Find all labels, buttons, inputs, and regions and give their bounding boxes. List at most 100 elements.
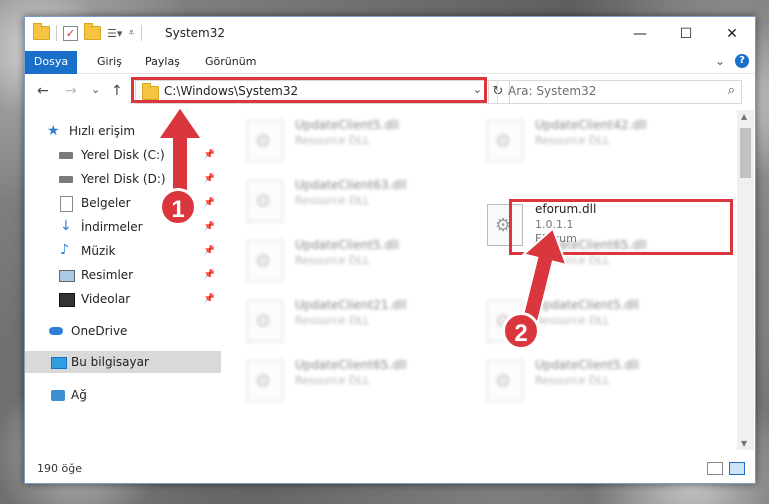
file-item[interactable]: UpdateClient63.dll Resource DLL <box>223 174 453 230</box>
properties-icon[interactable]: ✓ <box>63 25 78 41</box>
cloud-icon <box>49 327 63 335</box>
search-input[interactable]: Ara: System32 ⌕ <box>497 80 742 104</box>
computer-icon <box>51 357 67 369</box>
status-bar: 190 öğe <box>25 454 755 483</box>
search-placeholder: Ara: System32 <box>508 84 597 98</box>
file-item[interactable]: UpdateClient5.dll Resource DLL <box>223 114 453 170</box>
maximize-button[interactable]: ☐ <box>663 17 709 51</box>
new-folder-icon[interactable] <box>84 23 101 40</box>
step-2-badge: 2 <box>502 312 540 350</box>
file-name: UpdateClient65.dll <box>295 358 407 372</box>
minimize-button[interactable]: — <box>617 17 663 51</box>
file-description: Resource DLL <box>295 254 370 267</box>
up-arrow-icon[interactable]: ↑ <box>111 83 123 99</box>
large-icons-view-icon[interactable] <box>729 462 745 475</box>
file-item[interactable]: UpdateClient5.dll Resource DLL <box>463 354 693 410</box>
sidebar-item-network[interactable]: Ağ <box>25 384 221 406</box>
sidebar-item-label: Bu bilgisayar <box>71 355 149 369</box>
star-icon: ★ <box>47 123 60 139</box>
vertical-scrollbar[interactable]: ▲ ▼ <box>737 110 754 450</box>
item-count: 190 öğe <box>37 462 82 475</box>
dll-file-icon <box>247 360 283 402</box>
file-item[interactable]: UpdateClient65.dll Resource DLL <box>223 354 453 410</box>
navigation-bar: ← → ⌄ ↑ C:\Windows\System32 ⌄ ↻ Ara: Sys… <box>25 74 755 110</box>
sidebar-item-label: İndirmeler <box>81 220 143 234</box>
forward-arrow-icon[interactable]: → <box>65 83 77 99</box>
pictures-icon <box>59 270 75 282</box>
sidebar-item-label: Müzik <box>81 244 116 258</box>
sidebar-item-onedrive[interactable]: OneDrive <box>25 320 221 342</box>
scroll-down-icon[interactable]: ▼ <box>741 439 747 448</box>
toolbar-separator <box>56 25 57 41</box>
toolbar-dropdown-icon[interactable]: ⩡ <box>128 26 134 40</box>
close-button[interactable]: ✕ <box>709 17 755 51</box>
sidebar-item-label: Belgeler <box>81 196 131 210</box>
dll-file-icon <box>487 360 523 402</box>
recent-locations-icon[interactable]: ⌄ <box>91 83 100 96</box>
file-explorer-window: ✓ ☰▾ ⩡ System32 — ☐ ✕ Dosya Giriş Paylaş… <box>24 16 756 484</box>
network-icon <box>51 390 65 401</box>
file-description: Resource DLL <box>295 374 370 387</box>
folder-icon <box>33 23 50 40</box>
address-highlight-box <box>131 77 487 103</box>
sidebar-item-pictures[interactable]: Resimler 📌 <box>25 264 221 286</box>
dll-file-icon <box>487 120 523 162</box>
dll-file-icon <box>247 120 283 162</box>
pin-icon[interactable]: 📌 <box>204 288 215 310</box>
step-1-badge: 1 <box>159 188 197 226</box>
pin-icon[interactable]: 📌 <box>204 264 215 286</box>
dll-file-icon <box>247 240 283 282</box>
file-item[interactable]: UpdateClient5.dll Resource DLL <box>463 294 693 350</box>
details-view-icon[interactable] <box>707 462 723 475</box>
tab-view[interactable]: Görünüm <box>205 51 256 73</box>
sidebar-item-videos[interactable]: Videolar 📌 <box>25 288 221 310</box>
window-controls: — ☐ ✕ <box>617 17 755 51</box>
tab-share[interactable]: Paylaş <box>145 51 180 73</box>
quick-access-toolbar: ✓ ☰▾ ⩡ <box>33 23 142 41</box>
file-description: Resource DLL <box>295 134 370 147</box>
ribbon-right-controls: ⌄ ? <box>715 54 749 68</box>
videos-icon <box>59 293 75 307</box>
file-name: UpdateClient21.dll <box>295 298 407 312</box>
drive-icon <box>59 152 73 159</box>
file-name: UpdateClient42.dll <box>535 118 647 132</box>
sidebar-item-music[interactable]: ♪ Müzik 📌 <box>25 240 221 262</box>
file-list: UpdateClient5.dll Resource DLL UpdateCli… <box>223 110 737 450</box>
scroll-thumb[interactable] <box>740 128 751 178</box>
file-name: UpdateClient5.dll <box>295 118 399 132</box>
back-arrow-icon[interactable]: ← <box>37 83 49 99</box>
file-item[interactable]: UpdateClient5.dll Resource DLL <box>223 234 453 290</box>
customize-toolbar-icon[interactable]: ☰▾ <box>107 27 122 40</box>
dll-file-icon <box>247 180 283 222</box>
window-title: System32 <box>165 26 226 40</box>
pin-icon[interactable]: 📌 <box>204 240 215 262</box>
sidebar-item-label: Resimler <box>81 268 134 282</box>
download-icon: ↓ <box>60 218 72 234</box>
drive-icon <box>59 176 73 183</box>
sidebar-item-label: OneDrive <box>71 324 128 338</box>
file-description: Resource DLL <box>535 374 610 387</box>
sidebar-item-label: Ağ <box>71 388 87 402</box>
tab-home[interactable]: Giriş <box>97 51 122 73</box>
file-item[interactable]: UpdateClient42.dll Resource DLL <box>463 114 693 170</box>
toolbar-separator <box>140 25 142 41</box>
file-description: Resource DLL <box>295 194 370 207</box>
scroll-up-icon[interactable]: ▲ <box>741 112 747 121</box>
file-name: UpdateClient63.dll <box>295 178 407 192</box>
view-toggle <box>707 462 745 475</box>
title-bar: ✓ ☰▾ ⩡ System32 — ☐ ✕ <box>25 17 755 51</box>
expand-ribbon-icon[interactable]: ⌄ <box>715 54 725 68</box>
file-item[interactable]: UpdateClient21.dll Resource DLL <box>223 294 453 350</box>
music-icon: ♪ <box>60 242 69 258</box>
file-description: Resource DLL <box>295 314 370 327</box>
pin-icon[interactable]: 📌 <box>204 216 215 238</box>
sidebar-item-this-pc[interactable]: Bu bilgisayar <box>25 351 221 373</box>
file-name: UpdateClient5.dll <box>295 238 399 252</box>
file-description: Resource DLL <box>535 134 610 147</box>
sidebar-item-label: Videolar <box>81 292 131 306</box>
help-icon[interactable]: ? <box>735 54 749 68</box>
search-icon: ⌕ <box>727 83 735 98</box>
dll-file-icon <box>247 300 283 342</box>
file-name: UpdateClient5.dll <box>535 358 639 372</box>
ribbon: Dosya Giriş Paylaş Görünüm ⌄ ? <box>25 51 755 107</box>
